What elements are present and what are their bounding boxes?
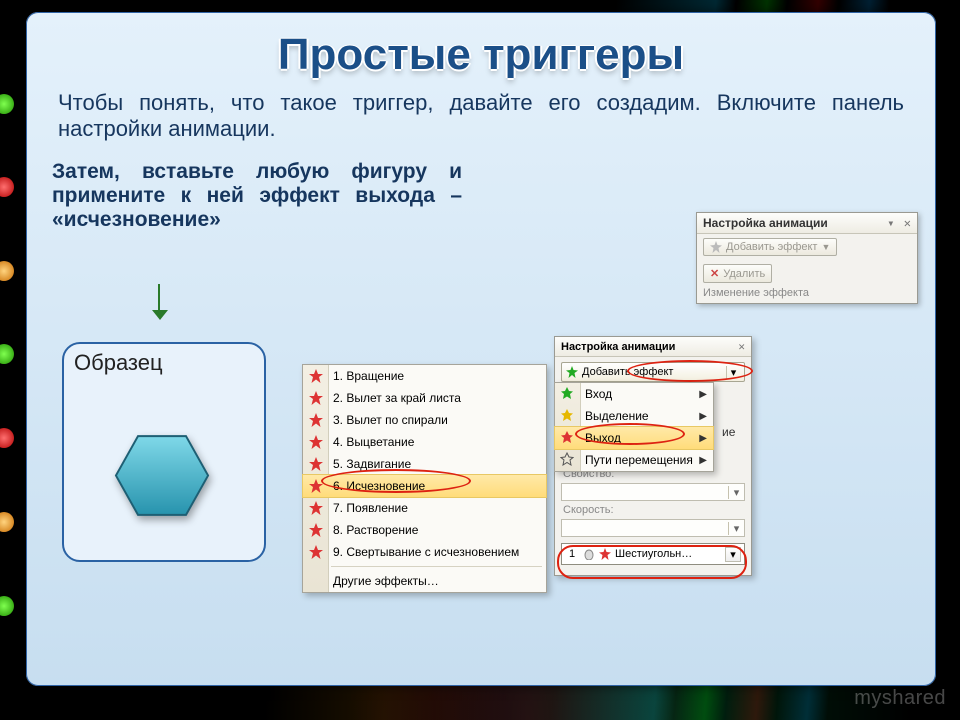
- add-effect-label: Добавить эффект: [726, 241, 817, 253]
- effect-label: 1. Вращение: [333, 369, 404, 383]
- chevron-down-icon[interactable]: ▾: [726, 366, 740, 379]
- star-icon: [710, 241, 722, 253]
- effect-item[interactable]: 2. Вылет за край листа: [303, 387, 546, 409]
- hexagon-shape[interactable]: [114, 434, 210, 517]
- effects-menu: 1. Вращение 2. Вылет за край листа 3. Вы…: [302, 364, 547, 593]
- effect-label: 4. Выцветание: [333, 435, 414, 449]
- mouse-icon: [583, 548, 595, 560]
- paragraph-2: Затем, вставьте любую фигуру и примените…: [52, 160, 462, 232]
- submenu-label: Вход: [585, 387, 612, 401]
- chevron-down-icon[interactable]: ▾: [725, 547, 741, 562]
- submenu-item[interactable]: Выделение ▶: [555, 405, 713, 427]
- effect-label: 3. Вылет по спирали: [333, 413, 448, 427]
- panel-a-title: Настройка анимации: [703, 216, 828, 230]
- speed-combo[interactable]: ▾: [561, 519, 745, 537]
- effect-label: 8. Растворение: [333, 523, 418, 537]
- more-effects-item[interactable]: Другие эффекты…: [303, 570, 546, 592]
- submenu-item[interactable]: Пути перемещения ▶: [555, 449, 713, 471]
- close-icon[interactable]: ✕: [738, 340, 745, 353]
- effect-item[interactable]: 9. Свертывание с исчезновением: [303, 541, 546, 563]
- effect-type-submenu: Вход ▶ Выделение ▶ Выход ▶ Пути перемещения…: [554, 382, 714, 472]
- animation-panel-small: Настройка анимации ▾ ✕ Добавить эффект ▼…: [696, 212, 918, 304]
- close-icon[interactable]: ✕: [904, 216, 911, 230]
- slide: Простые триггеры Чтобы понять, что такое…: [26, 12, 936, 686]
- chevron-down-icon[interactable]: ▾: [728, 522, 744, 535]
- delete-button[interactable]: ✕ Удалить: [703, 264, 772, 283]
- add-effect-button[interactable]: Добавить эффект ▼: [703, 238, 837, 256]
- effect-item[interactable]: 1. Вращение: [303, 365, 546, 387]
- chevron-right-icon: ▶: [699, 411, 707, 422]
- effect-item[interactable]: 5. Задвигание: [303, 453, 546, 475]
- effect-label: 6. Исчезновение: [333, 479, 425, 493]
- page-title: Простые триггеры: [52, 30, 910, 80]
- submenu-label: Пути перемещения: [585, 453, 693, 467]
- submenu-label: Выделение: [585, 409, 649, 423]
- effect-item[interactable]: 8. Растворение: [303, 519, 546, 541]
- more-effects-label: Другие эффекты…: [333, 574, 439, 588]
- effect-label: 9. Свертывание с исчезновением: [333, 545, 519, 559]
- star-icon: [599, 548, 611, 560]
- sample-box: Образец: [62, 342, 266, 562]
- watermark: myshared: [854, 687, 946, 710]
- effect-item-selected[interactable]: 6. Исчезновение: [303, 475, 546, 497]
- delete-label: Удалить: [723, 268, 765, 280]
- anim-index: 1: [565, 548, 579, 560]
- chevron-right-icon: ▶: [699, 389, 707, 400]
- submenu-label: Выход: [585, 431, 621, 445]
- effect-label: 5. Задвигание: [333, 457, 411, 471]
- effect-label: 2. Вылет за край листа: [333, 391, 461, 405]
- animation-list-item[interactable]: 1 Шестиугольн… ▾: [561, 543, 745, 565]
- chevron-right-icon: ▶: [699, 455, 707, 466]
- effect-item[interactable]: 7. Появление: [303, 497, 546, 519]
- panel-b-title: Настройка анимации: [561, 341, 675, 353]
- chevron-right-icon: ▶: [699, 433, 707, 444]
- effect-item[interactable]: 3. Вылет по спирали: [303, 409, 546, 431]
- sample-label: Образец: [64, 344, 264, 382]
- anim-name: Шестиугольн…: [615, 548, 692, 560]
- effect-label: 7. Появление: [333, 501, 408, 515]
- chevron-down-icon[interactable]: ▾: [728, 486, 744, 499]
- add-effect-label: Добавить эффект: [582, 366, 673, 378]
- panel-a-caption: Изменение эффекта: [697, 287, 917, 303]
- effect-item[interactable]: 4. Выцветание: [303, 431, 546, 453]
- submenu-item-selected[interactable]: Выход ▶: [555, 427, 713, 449]
- star-icon: [566, 366, 578, 378]
- cutoff-text: ие: [722, 425, 735, 439]
- property-combo[interactable]: ▾: [561, 483, 745, 501]
- add-effect-dropdown[interactable]: Добавить эффект ▾: [561, 362, 745, 382]
- speed-label: Скорость:: [555, 502, 751, 518]
- submenu-item[interactable]: Вход ▶: [555, 383, 713, 405]
- panel-a-pin-icon[interactable]: ▾: [887, 216, 894, 230]
- paragraph-1: Чтобы понять, что такое триггер, давайте…: [52, 90, 910, 152]
